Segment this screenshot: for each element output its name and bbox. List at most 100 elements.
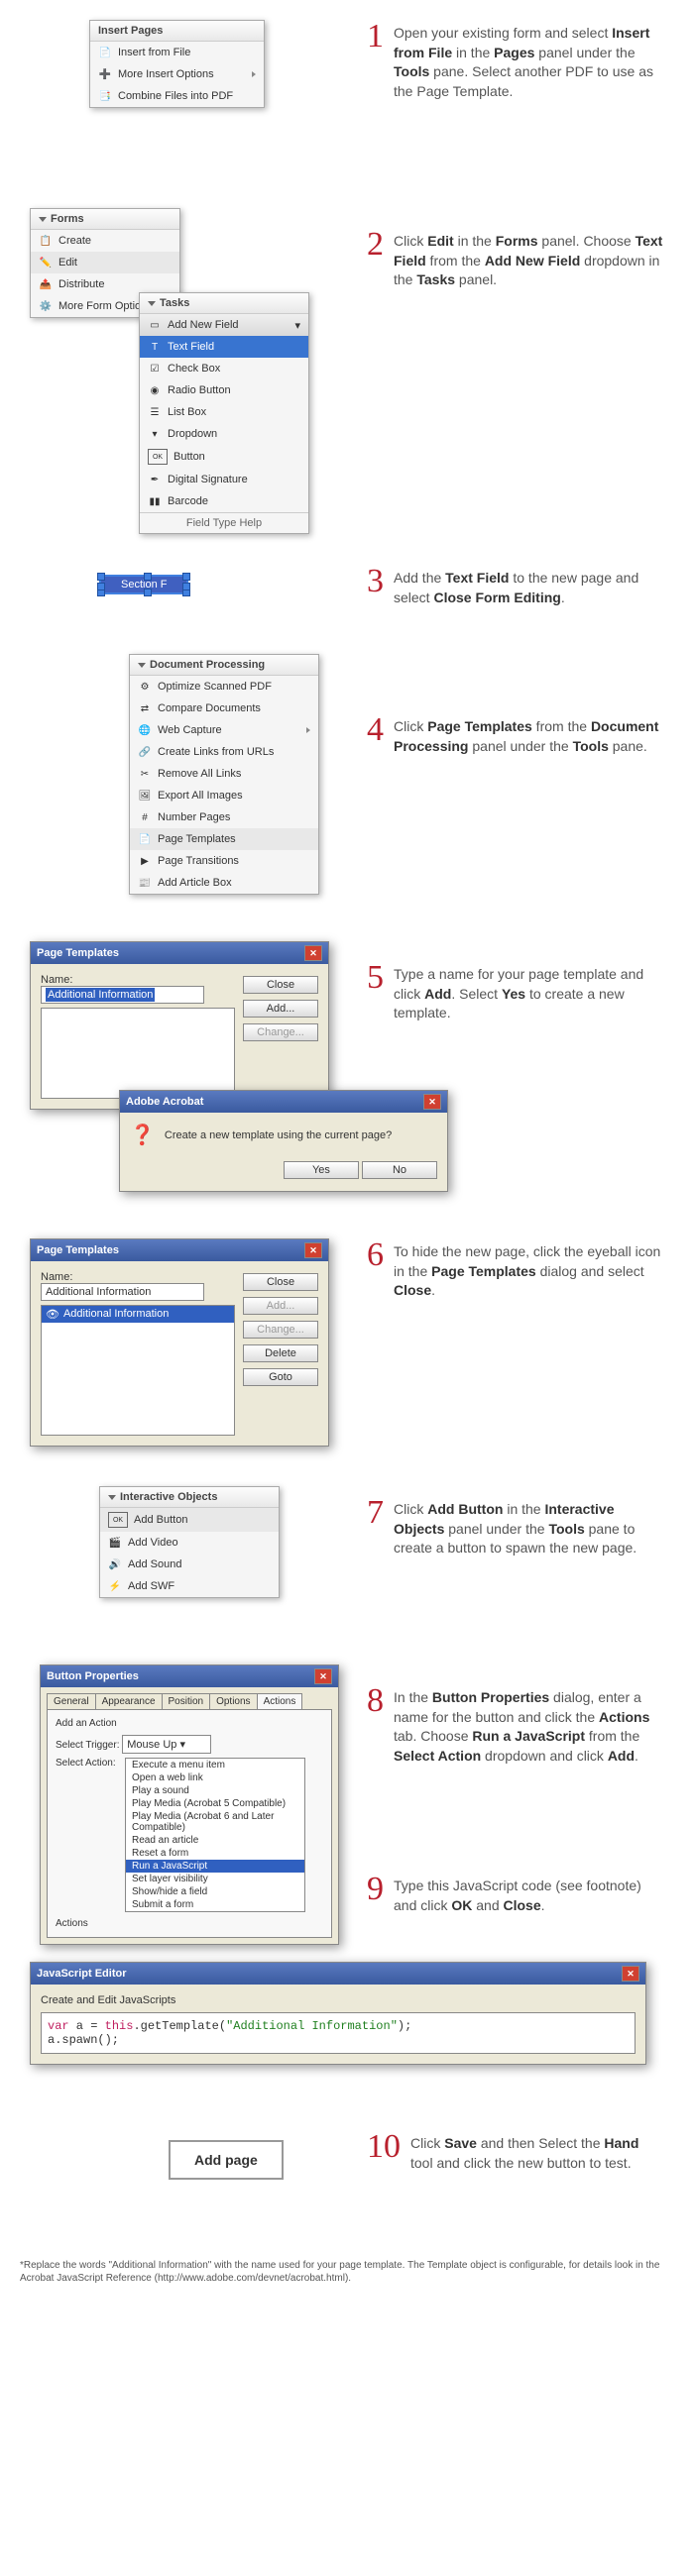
field-type-barcode[interactable]: ▮▮Barcode [140, 490, 308, 512]
doc-processing-panel: Document Processing ⚙Optimize Scanned PD… [129, 654, 319, 895]
step-number: 6 [367, 1238, 384, 1272]
change-button[interactable]: Change... [243, 1023, 318, 1041]
article-icon: 📰 [138, 876, 152, 890]
menu-item-insert-file[interactable]: 📄Insert from File [90, 42, 264, 63]
field-icon: ▭ [148, 318, 162, 332]
close-button[interactable]: Close [243, 976, 318, 994]
opt[interactable]: Submit a form [126, 1898, 304, 1911]
step-text: Type a name for your page template and c… [394, 961, 664, 1023]
panel-title: Forms [51, 213, 84, 225]
field-type-listbox[interactable]: ☰List Box [140, 401, 308, 423]
field-type-dropdown[interactable]: ▾Dropdown [140, 423, 308, 445]
item-add-video[interactable]: 🎬Add Video [100, 1532, 279, 1554]
dialog-title: Page Templates [37, 1244, 119, 1256]
item-export-img[interactable]: 🖼Export All Images [130, 785, 318, 806]
opt-run-js[interactable]: Run a JavaScript [126, 1860, 304, 1873]
list-item[interactable]: 👁Additional Information [42, 1306, 234, 1323]
action-select[interactable]: Execute a menu item Open a web link Play… [125, 1758, 305, 1912]
field-type-radio[interactable]: ◉Radio Button [140, 379, 308, 401]
template-list[interactable]: 👁Additional Information [41, 1305, 235, 1436]
item-remove-links[interactable]: ✂Remove All Links [130, 763, 318, 785]
opt[interactable]: Play a sound [126, 1784, 304, 1797]
change-button[interactable]: Change... [243, 1321, 318, 1339]
menu-item-edit[interactable]: ✏️Edit [31, 252, 179, 273]
close-icon[interactable]: ✕ [423, 1094, 441, 1110]
step-text: In the Button Properties dialog, enter a… [394, 1684, 664, 1766]
item-compare[interactable]: ⇄Compare Documents [130, 698, 318, 719]
opt[interactable]: Execute a menu item [126, 1759, 304, 1771]
field-type-signature[interactable]: ✒Digital Signature [140, 469, 308, 490]
item-add-button[interactable]: OKAdd Button [100, 1508, 279, 1532]
name-input[interactable]: Additional Information [41, 986, 204, 1004]
item-web[interactable]: 🌐Web Capture [130, 719, 318, 741]
create-icon: 📋 [39, 234, 53, 248]
yes-button[interactable]: Yes [284, 1161, 359, 1179]
actions-label: Actions [56, 1918, 323, 1929]
close-icon[interactable]: ✕ [314, 1668, 332, 1684]
name-input[interactable]: Additional Information [41, 1283, 204, 1301]
page-templates-dialog-2: Page Templates✕ Name: Additional Informa… [30, 1238, 329, 1447]
field-type-checkbox[interactable]: ☑Check Box [140, 358, 308, 379]
plus-icon: ➕ [98, 67, 112, 81]
opt[interactable]: Play Media (Acrobat 6 and Later Compatib… [126, 1810, 304, 1834]
barcode-icon: ▮▮ [148, 494, 162, 508]
step-number: 9 [367, 1873, 384, 1906]
add-page-button-sample[interactable]: Add page [169, 2140, 284, 2180]
image-icon: 🖼 [138, 789, 152, 803]
item-add-sound[interactable]: 🔊Add Sound [100, 1554, 279, 1575]
dropdown-icon: ▾ [148, 427, 162, 441]
no-button[interactable]: No [362, 1161, 437, 1179]
item-article[interactable]: 📰Add Article Box [130, 872, 318, 894]
opt[interactable]: Set layer visibility [126, 1873, 304, 1885]
opt[interactable]: Show/hide a field [126, 1885, 304, 1898]
interactive-objects-panel: Interactive Objects OKAdd Button 🎬Add Vi… [99, 1486, 280, 1598]
text-icon: T [148, 340, 162, 354]
transition-icon: ▶ [138, 854, 152, 868]
add-button[interactable]: Add... [243, 1297, 318, 1315]
tab-general[interactable]: General [47, 1693, 96, 1709]
goto-button[interactable]: Goto [243, 1368, 318, 1386]
close-icon[interactable]: ✕ [622, 1966, 639, 1982]
web-icon: 🌐 [138, 723, 152, 737]
item-links[interactable]: 🔗Create Links from URLs [130, 741, 318, 763]
sound-icon: 🔊 [108, 1557, 122, 1571]
tab-actions[interactable]: Actions [257, 1693, 303, 1709]
step-number: 2 [367, 228, 384, 262]
item-optimize[interactable]: ⚙Optimize Scanned PDF [130, 676, 318, 698]
tab-appearance[interactable]: Appearance [95, 1693, 163, 1709]
tab-options[interactable]: Options [209, 1693, 257, 1709]
field-type-text[interactable]: TText Field [140, 336, 308, 358]
opt[interactable]: Open a web link [126, 1771, 304, 1784]
opt[interactable]: Play Media (Acrobat 5 Compatible) [126, 1797, 304, 1810]
add-button[interactable]: Add... [243, 1000, 318, 1018]
signature-icon: ✒ [148, 473, 162, 486]
add-new-field-header[interactable]: ▭Add New Field▾ [140, 314, 308, 336]
item-number[interactable]: #Number Pages [130, 806, 318, 828]
compare-icon: ⇄ [138, 701, 152, 715]
template-list[interactable] [41, 1008, 235, 1099]
opt[interactable]: Reset a form [126, 1847, 304, 1860]
dialog-title: JavaScript Editor [37, 1968, 126, 1980]
tab-bar: General Appearance Position Options Acti… [47, 1693, 332, 1710]
delete-button[interactable]: Delete [243, 1344, 318, 1362]
menu-item-more-options[interactable]: ➕More Insert Options [90, 63, 264, 85]
text-field-widget[interactable]: Section F [99, 575, 188, 594]
tab-position[interactable]: Position [162, 1693, 211, 1709]
eyeball-icon[interactable]: 👁 [46, 1308, 59, 1321]
item-page-templates[interactable]: 📄Page Templates [130, 828, 318, 850]
menu-item-combine[interactable]: 📑Combine Files into PDF [90, 85, 264, 107]
field-type-button[interactable]: OKButton [140, 445, 308, 469]
dialog-title: Adobe Acrobat [126, 1096, 203, 1108]
item-add-swf[interactable]: ⚡Add SWF [100, 1575, 279, 1597]
close-icon[interactable]: ✕ [304, 1242, 322, 1258]
number-icon: # [138, 810, 152, 824]
confirm-dialog: Adobe Acrobat✕ ❓Create a new template us… [119, 1090, 448, 1192]
close-button[interactable]: Close [243, 1273, 318, 1291]
opt[interactable]: Read an article [126, 1834, 304, 1847]
close-icon[interactable]: ✕ [304, 945, 322, 961]
item-transitions[interactable]: ▶Page Transitions [130, 850, 318, 872]
field-type-help[interactable]: Field Type Help [140, 512, 308, 533]
trigger-select[interactable]: Mouse Up ▾ [122, 1735, 211, 1754]
code-editor[interactable]: var a = this.getTemplate("Additional Inf… [41, 2012, 636, 2054]
menu-item-create[interactable]: 📋Create [31, 230, 179, 252]
